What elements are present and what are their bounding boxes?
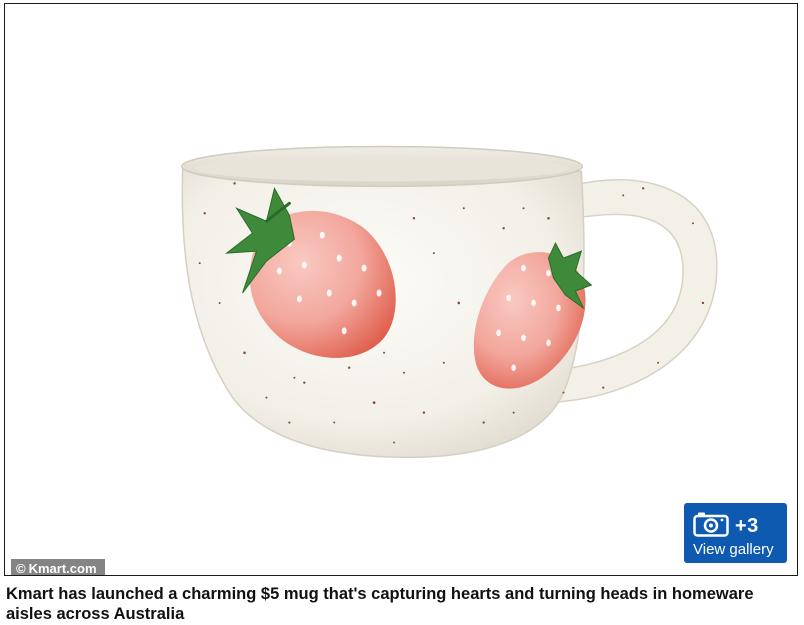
view-gallery-button[interactable]: +3 View gallery <box>684 503 787 563</box>
article-image-frame: © Kmart.com <box>4 3 798 576</box>
gallery-header: +3 <box>693 511 759 542</box>
gallery-label: View gallery <box>693 541 774 558</box>
product-photo <box>181 145 718 459</box>
camera-icon <box>693 511 729 542</box>
image-caption: Kmart has launched a charming $5 mug tha… <box>6 585 754 623</box>
gallery-count: +3 <box>735 515 759 537</box>
image-credit: © Kmart.com <box>11 559 105 576</box>
credit-text: Kmart.com <box>28 561 97 576</box>
copyright-symbol: © <box>16 561 26 576</box>
